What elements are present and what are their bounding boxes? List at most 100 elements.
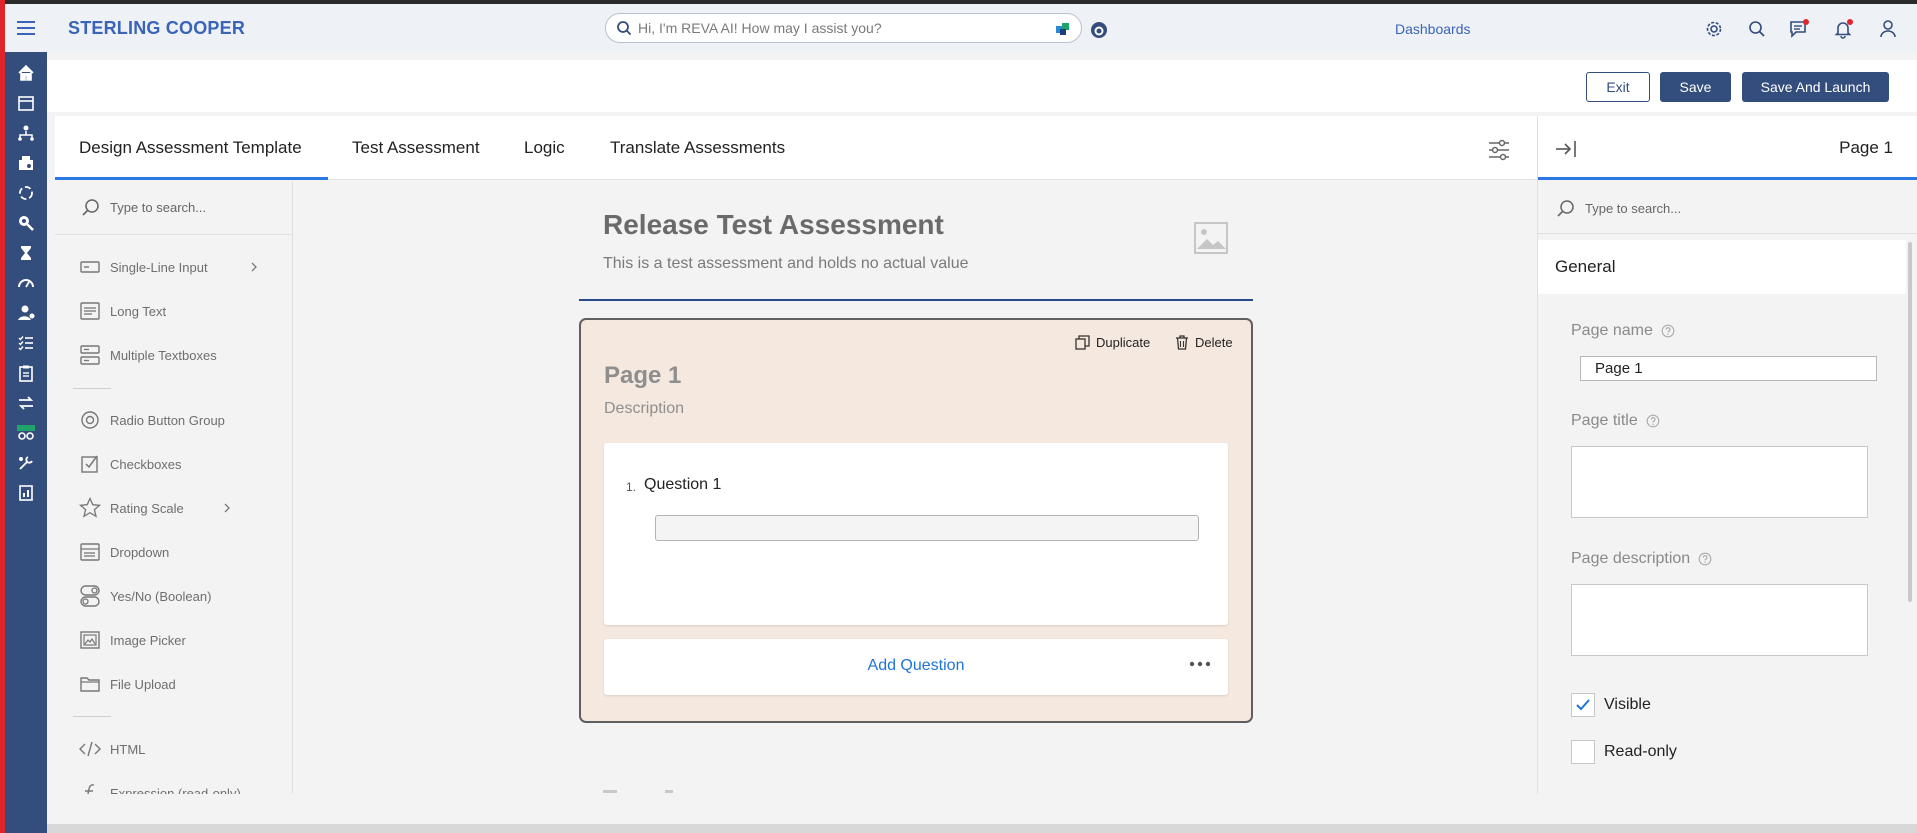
tab-design-assessment-template[interactable]: Design Assessment Template [79,138,302,158]
question-title[interactable]: Question 1 [644,476,721,494]
hourglass-icon[interactable] [15,242,37,264]
reva-bot-icon[interactable] [1089,20,1109,40]
help-icon[interactable] [1646,414,1660,428]
toolbox-item-yes-no-boolean[interactable]: Yes/No (Boolean) [79,583,279,609]
reports-icon[interactable] [15,482,37,504]
toolbox-item-label: Rating Scale [110,500,184,516]
toolbox-item-checkboxes[interactable]: Checkboxes [79,451,279,477]
notifications-bell-icon[interactable] [1832,18,1854,40]
folder-icon [79,673,101,695]
page-name-field[interactable] [1580,356,1877,381]
toolbox-item-expression[interactable]: Expression (read-only) [79,780,279,794]
home-icon[interactable] [15,62,37,84]
toolbox-item-radio-button-group[interactable]: Radio Button Group [79,407,279,433]
survey-logo-placeholder-icon[interactable] [1193,221,1229,255]
survey-description[interactable]: This is a test assessment and holds no a… [603,255,969,273]
user-settings-icon[interactable] [15,302,37,324]
page-title-field[interactable] [1571,446,1868,518]
chevron-right-icon[interactable] [222,502,232,514]
investigate-icon[interactable] [15,212,37,234]
collapse-panel-icon[interactable] [1554,139,1578,159]
property-search-input[interactable] [1585,198,1865,218]
tools-icon[interactable] [15,452,37,474]
reva-search-input[interactable] [638,18,1038,38]
question-text-input[interactable] [655,515,1199,541]
tab-test-assessment[interactable]: Test Assessment [352,138,480,158]
page-description-field[interactable] [1571,584,1868,656]
readonly-checkbox[interactable] [1571,740,1595,764]
brand-logo-text[interactable]: STERLING COOPER [68,18,245,39]
toolbox-search-input[interactable] [110,197,280,217]
tab-logic[interactable]: Logic [524,138,565,158]
toolbox-item-multiple-textboxes[interactable]: Multiple Textboxes [79,342,279,368]
property-grid-scrollbar[interactable] [1908,242,1912,602]
hamburger-menu-icon[interactable] [15,18,39,38]
survey-settings-icon[interactable] [1487,138,1511,162]
task-list-icon[interactable] [15,332,37,354]
dashboards-link[interactable]: Dashboards [1395,21,1471,37]
toolbox-item-file-upload[interactable]: File Upload [79,671,279,697]
toolbox-item-label: Yes/No (Boolean) [110,588,212,604]
duplicate-page-button[interactable]: Duplicate [1075,335,1150,350]
toolbox-item-single-line-input[interactable]: Single-Line Input [79,254,279,280]
toolbox-item-label: Multiple Textboxes [110,347,217,363]
chevron-right-icon[interactable] [249,261,259,273]
tab-translate-assessments[interactable]: Translate Assessments [610,138,785,158]
exit-button[interactable]: Exit [1586,72,1650,102]
search-icon[interactable] [1746,18,1768,40]
survey-title[interactable]: Release Test Assessment [603,209,944,241]
app-header: STERLING COOPER Dashboards [5,4,1917,52]
toolbox-item-label: Image Picker [110,632,186,648]
cycle-icon[interactable] [15,182,37,204]
toolbox-item-html[interactable]: HTML [79,736,279,762]
code-icon [79,738,101,760]
more-options-icon[interactable] [1189,661,1211,667]
save-and-launch-button[interactable]: Save And Launch [1742,72,1889,102]
user-profile-icon[interactable] [1877,18,1899,40]
star-icon [79,497,101,519]
window-left-border [0,0,5,833]
question-toolbox: Single-Line Input Long Text Multiple Tex… [55,181,293,794]
add-question-button[interactable]: Add Question [604,657,1228,675]
vendor-icon[interactable] [15,152,37,174]
toolbox-item-label: Single-Line Input [110,259,208,275]
messages-icon[interactable] [1788,18,1810,40]
settings-gear-icon[interactable] [1703,18,1725,40]
duplicate-icon [1075,335,1090,350]
search-icon [616,20,632,36]
design-canvas: Release Test Assessment This is a test a… [293,181,1537,794]
visible-checkbox[interactable] [1571,693,1595,717]
calendar-icon[interactable] [15,92,37,114]
toolbox-item-long-text[interactable]: Long Text [79,298,279,324]
new-feature-icon[interactable] [15,422,37,444]
question-card[interactable]: 1. Question 1 [604,443,1228,625]
visible-checkbox-row[interactable]: Visible [1571,693,1651,717]
property-category-general[interactable]: General [1538,240,1906,294]
survey-header-divider [579,299,1253,301]
org-chart-icon[interactable] [15,122,37,144]
help-icon[interactable] [1661,324,1675,338]
checkmark-icon [1576,699,1590,711]
reva-assistant-icon[interactable] [1055,21,1071,37]
delete-page-button[interactable]: Delete [1175,335,1233,350]
page-description-label: Page description [1571,550,1712,568]
selected-element-label[interactable]: Page 1 [1839,138,1893,158]
readonly-checkbox-row[interactable]: Read-only [1571,740,1677,764]
add-question-bar: Add Question [604,639,1228,695]
delete-label: Delete [1195,335,1233,350]
toolbox-item-image-picker[interactable]: Image Picker [79,627,279,653]
next-page-ghost [603,784,723,794]
help-icon[interactable] [1698,552,1712,566]
action-bar: Exit Save Save And Launch [47,60,1917,112]
reva-search-bar[interactable] [605,13,1082,43]
page-panel[interactable]: Duplicate Delete Page 1 Description 1. Q… [579,318,1253,723]
toolbox-item-rating-scale[interactable]: Rating Scale [79,495,279,521]
transfer-icon[interactable] [15,392,37,414]
save-button[interactable]: Save [1660,72,1731,102]
gauge-icon[interactable] [15,272,37,294]
toolbox-item-dropdown[interactable]: Dropdown [79,539,279,565]
clipboard-icon[interactable] [15,362,37,384]
page-name[interactable]: Page 1 [604,362,681,390]
property-grid-header: Page 1 [1538,116,1917,180]
page-description[interactable]: Description [604,400,684,418]
